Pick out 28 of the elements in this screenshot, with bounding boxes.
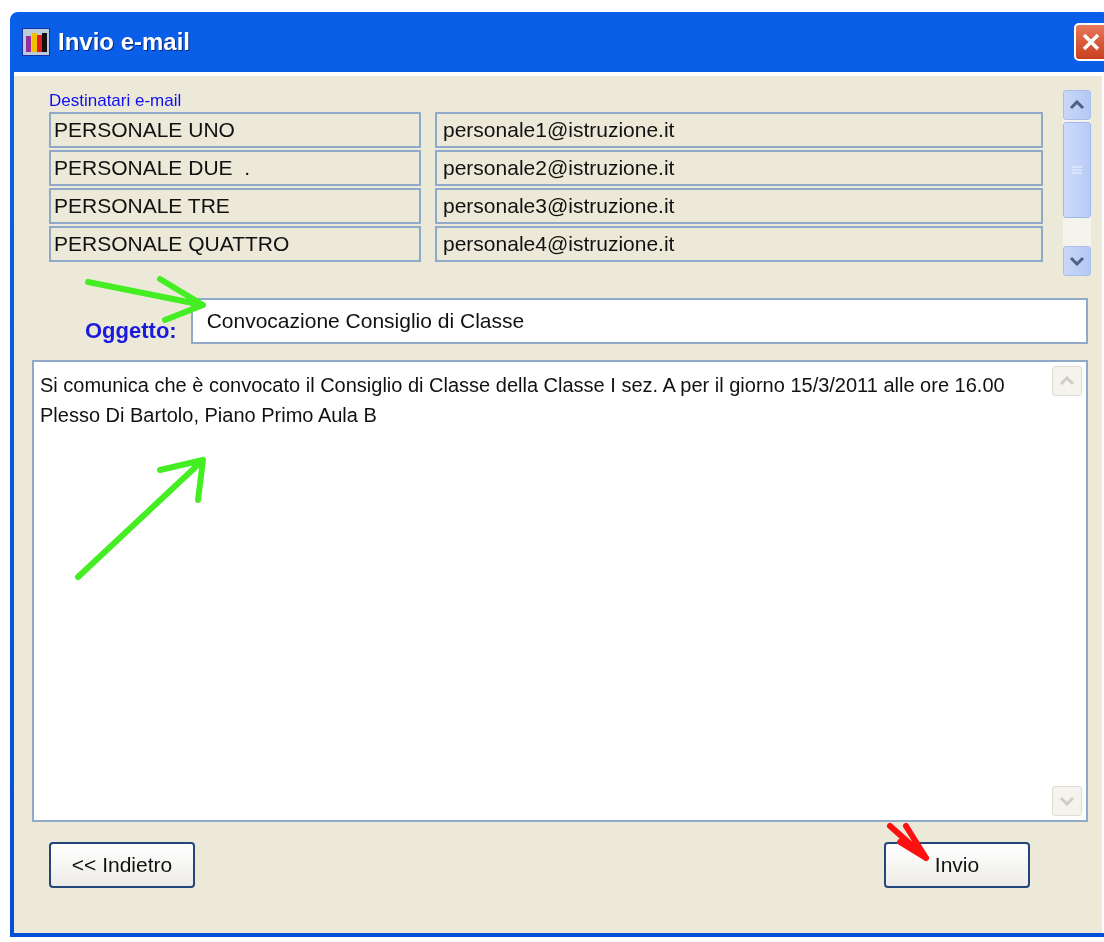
scroll-down-icon (1059, 796, 1075, 806)
scroll-thumb[interactable] (1063, 122, 1091, 218)
recipients-label: Destinatari e-mail (49, 90, 183, 112)
name-cell: PERSONALE TRE (49, 188, 421, 224)
app-icon (22, 28, 50, 56)
name-cell: PERSONALE QUATTRO (49, 226, 421, 262)
grip-icon (1072, 166, 1082, 174)
close-icon (1081, 32, 1101, 52)
email-cell: personale3@istruzione.it (435, 188, 1043, 224)
subject-label: Oggetto: (85, 318, 177, 344)
window-title: Invio e-mail (58, 28, 192, 56)
email-cell: personale4@istruzione.it (435, 226, 1043, 262)
scrollbar[interactable] (1063, 90, 1091, 276)
close-button[interactable] (1074, 23, 1104, 61)
subject-field[interactable]: Convocazione Consiglio di Classe (190, 298, 1088, 344)
email-cell: personale1@istruzione.it (435, 112, 1043, 148)
pointer-arrow (887, 823, 929, 861)
email-cell: personale2@istruzione.it (435, 150, 1043, 186)
send-button[interactable]: Invio (884, 842, 1030, 888)
scroll-down-button[interactable] (1063, 246, 1091, 276)
name-cell: PERSONALE UNO (49, 112, 421, 148)
scroll-up-button[interactable] (1063, 90, 1091, 120)
name-cell: PERSONALE DUE . (49, 150, 421, 186)
message-text: Si comunica che è convocato il Consiglio di Classe della Classe I sez. A per il giorno 15/3/2011 alle ore 16.00 Plesso Di Bartolo, Piano Primo Aula B (39, 373, 1006, 428)
scroll-up-icon (1069, 100, 1085, 110)
scroll-down-icon (1069, 256, 1085, 266)
scroll-up-icon (1059, 376, 1075, 386)
back-button[interactable]: << Indietro (49, 842, 195, 888)
